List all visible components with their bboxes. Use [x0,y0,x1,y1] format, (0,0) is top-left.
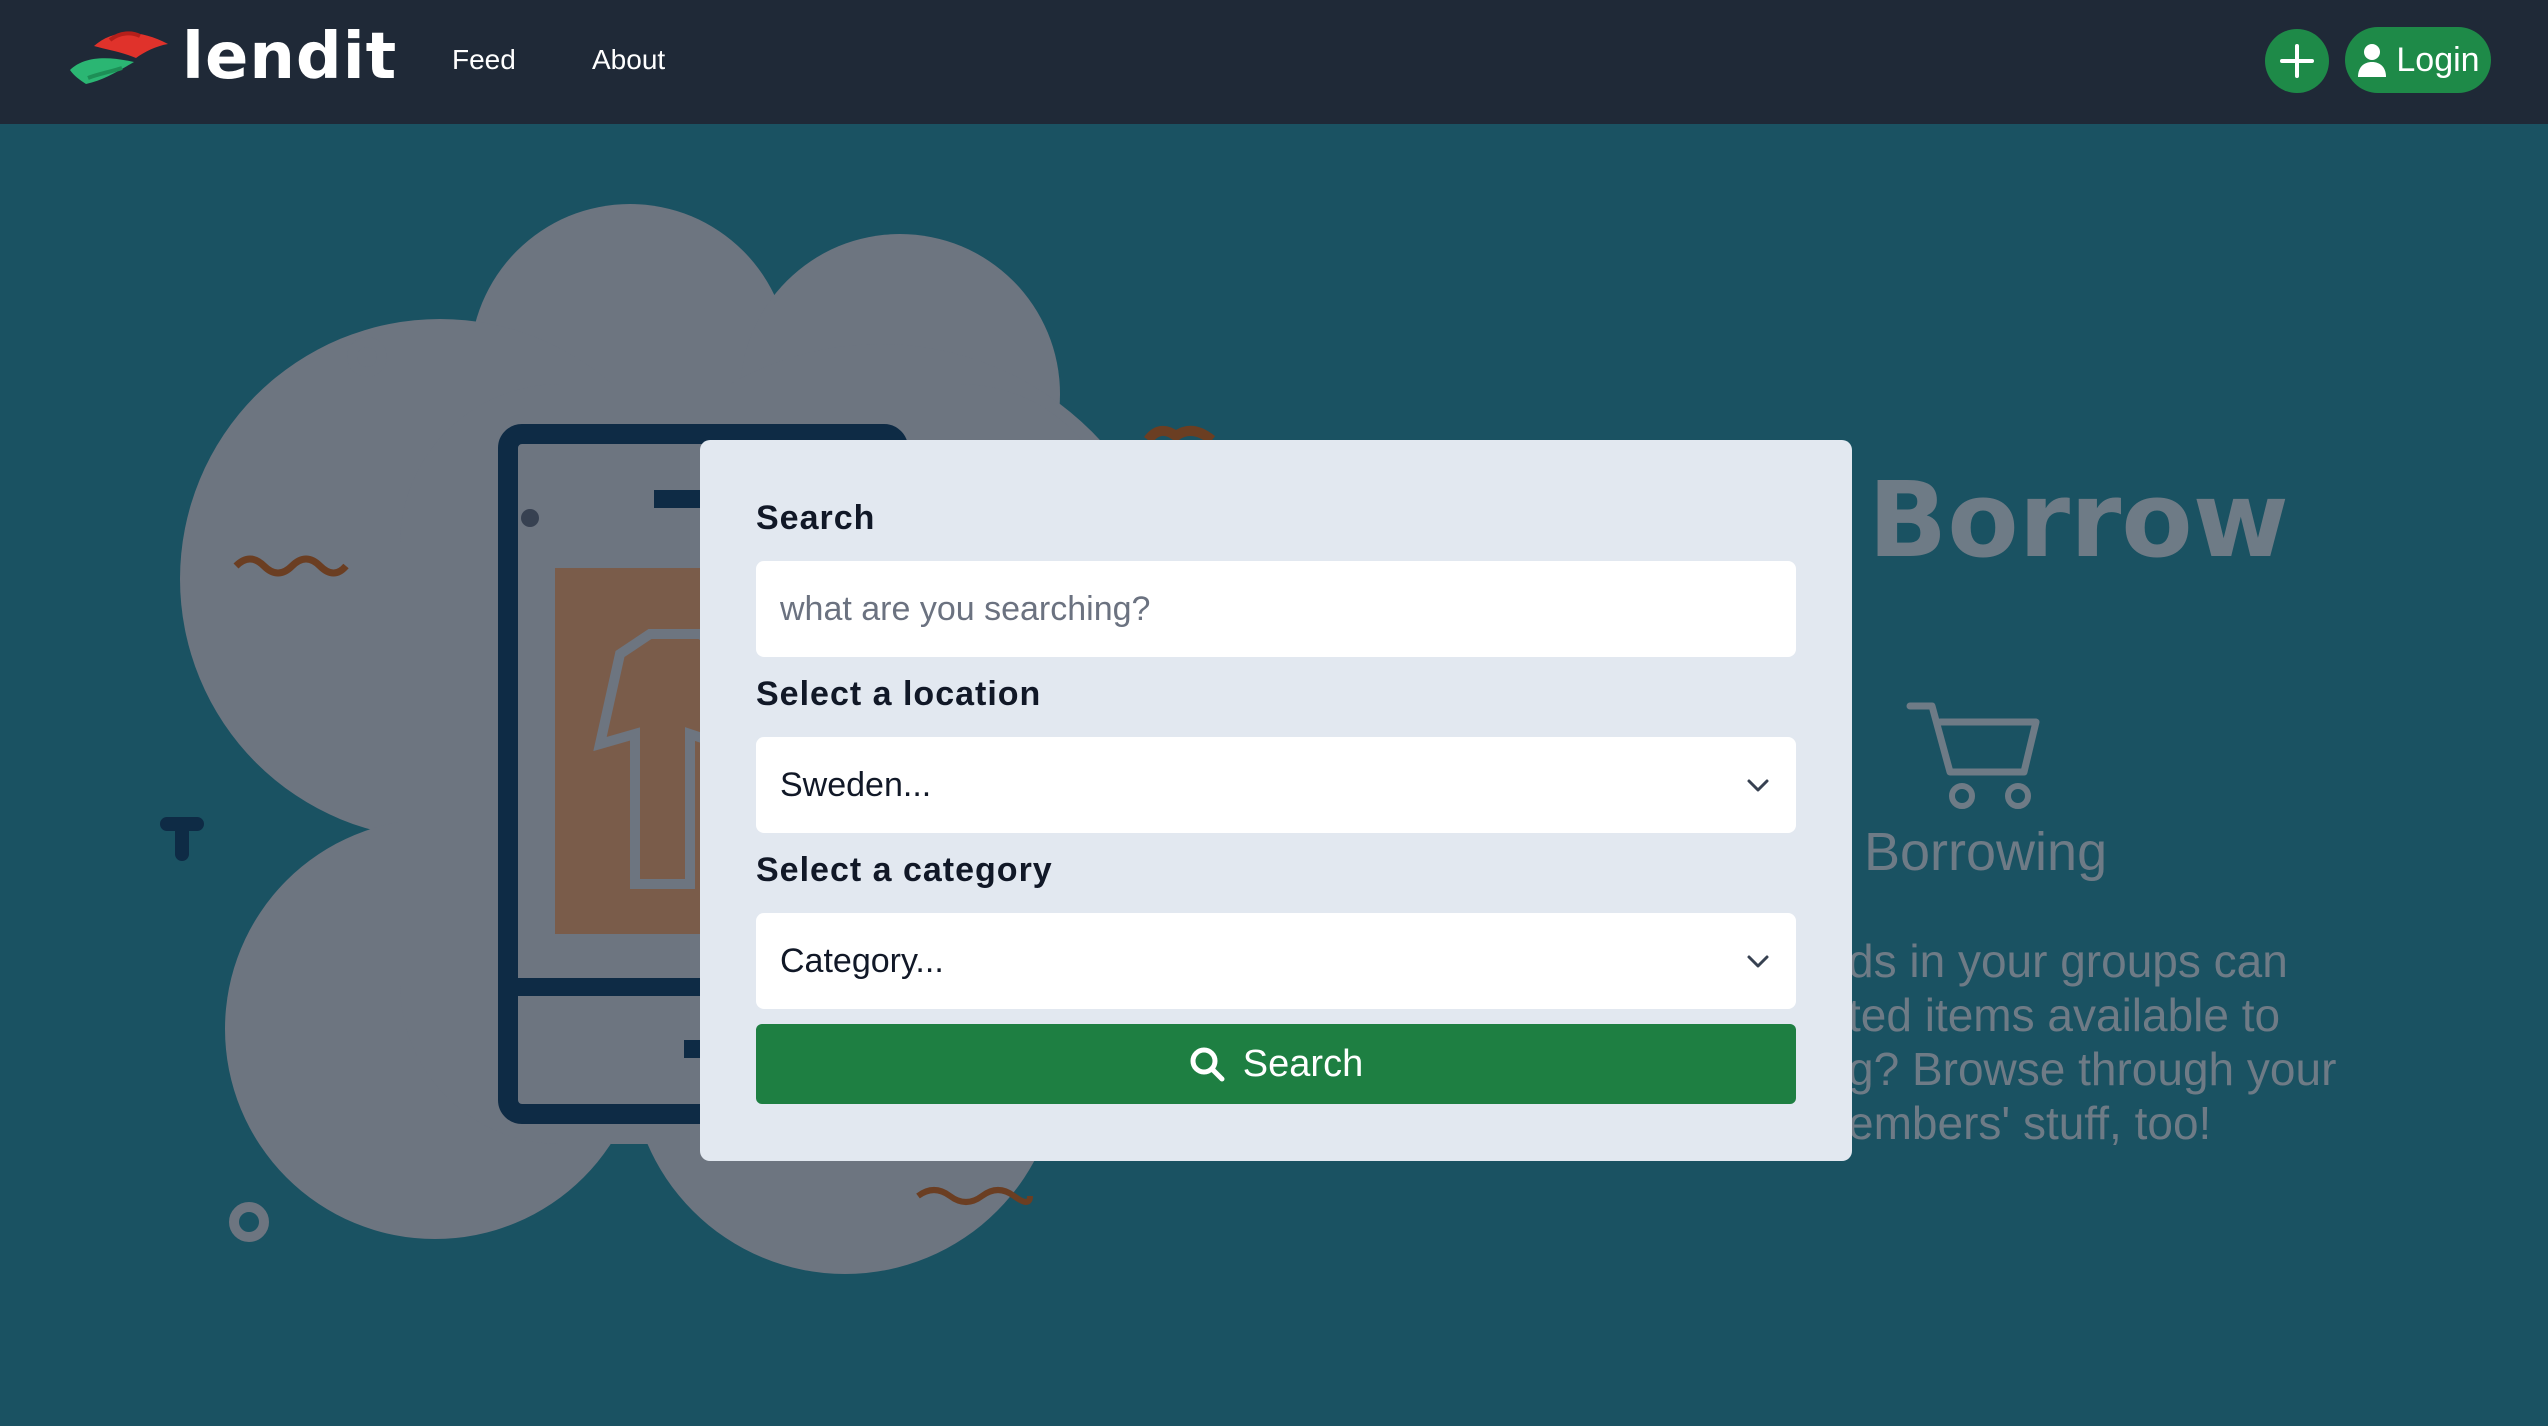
search-button-label: Search [1242,1042,1364,1085]
description-line: g? Browse through your [1848,1043,2337,1095]
category-select[interactable]: Category... [756,913,1796,1009]
nav-about-link[interactable]: About [592,40,665,80]
search-modal: Search Select a location Sweden... Selec… [700,440,1852,1161]
category-label: Select a category [756,851,1053,889]
user-icon [2358,44,2387,77]
chevron-down-icon [1747,955,1769,968]
borrow-heading: Borrow [1868,459,2289,581]
description-line: embers' stuff, too! [1848,1097,2212,1149]
borrowing-label: Borrowing [1864,822,2108,882]
search-icon [1190,1047,1225,1082]
search-submit-button[interactable]: Search [756,1024,1796,1104]
category-value: Category... [780,941,944,980]
search-input[interactable] [756,561,1796,657]
cart-icon [1906,702,2040,809]
login-label: Login [2396,40,2480,79]
plus-icon [2280,44,2314,78]
brand-logo[interactable]: lendit [64,22,397,92]
description-line: ds in your groups can [1848,935,2288,987]
location-select[interactable]: Sweden... [756,737,1796,833]
navbar: lendit Feed About Login [0,0,2548,124]
add-item-button[interactable] [2265,29,2329,93]
login-button[interactable]: Login [2345,27,2491,93]
description-line: ted items available to [1848,989,2281,1041]
chevron-down-icon [1747,779,1769,792]
lendit-logo-icon [70,31,168,84]
nav-feed-link[interactable]: Feed [452,40,516,80]
brand-name: lendit [182,20,398,94]
location-value: Sweden... [780,765,932,804]
location-label: Select a location [756,675,1042,713]
borrowing-description: ds in your groups can ted items availabl… [1760,934,2400,1150]
search-label: Search [756,499,876,537]
